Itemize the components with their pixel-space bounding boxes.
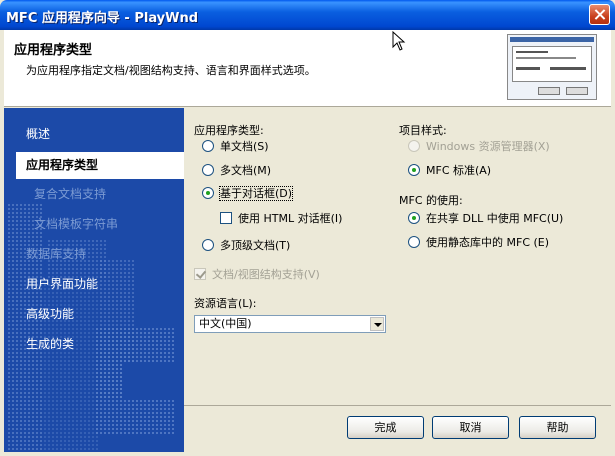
finish-button[interactable]: 完成 — [347, 416, 424, 439]
radio-icon — [408, 236, 420, 248]
radio-icon — [202, 140, 214, 152]
sidebar-item-ui-features[interactable]: 用户界面功能 — [4, 271, 184, 298]
checkbox-doc-view-support: 文档/视图结构支持(V) — [194, 267, 320, 283]
radio-selected-icon — [408, 212, 420, 224]
radio-static-library[interactable]: 使用静态库中的 MFC (E) — [408, 235, 549, 251]
mfc-usage-label: MFC 的使用: — [399, 194, 463, 207]
checkbox-checked-icon — [194, 268, 206, 280]
title-bar[interactable]: MFC 应用程序向导 - PlayWnd — [0, 0, 615, 30]
page-subtitle: 为应用程序指定文档/视图结构支持、语言和界面样式选项。 — [26, 64, 316, 77]
radio-windows-explorer: Windows 资源管理器(X) — [408, 139, 550, 155]
wizard-header: 应用程序类型 为应用程序指定文档/视图结构支持、语言和界面样式选项。 — [4, 30, 611, 107]
radio-icon — [202, 164, 214, 176]
radio-single-document[interactable]: 单文档(S) — [202, 139, 269, 155]
resource-language-select[interactable]: 中文(中国) — [194, 315, 386, 333]
mfc-app-wizard-window: MFC 应用程序向导 - PlayWnd 应用程序类型 为应用程序指定文档/视图… — [0, 0, 615, 456]
checkbox-icon — [220, 212, 232, 224]
radio-dialog-based[interactable]: 基于对话框(D) — [202, 186, 294, 202]
radio-selected-icon — [202, 187, 214, 199]
wizard-window-illustration — [507, 34, 597, 100]
cancel-button[interactable]: 取消 — [432, 416, 509, 439]
sidebar-item-database: 数据库支持 — [26, 247, 87, 261]
checkbox-html-dialog[interactable]: 使用 HTML 对话框(I) — [220, 211, 342, 227]
mouse-pointer-icon — [392, 31, 406, 51]
radio-mfc-standard[interactable]: MFC 标准(A) — [408, 163, 491, 179]
page-title: 应用程序类型 — [14, 43, 93, 58]
button-bar: 完成 取消 帮助 — [184, 405, 611, 452]
window-title: MFC 应用程序向导 - PlayWnd — [6, 11, 199, 26]
wizard-content: 应用程序类型: 单文档(S) 多文档(M) 基于对话框(D) 使用 HTML 对… — [184, 108, 611, 405]
help-button[interactable]: 帮助 — [519, 416, 596, 439]
sidebar-item-compound-doc: 复合文档支持 — [34, 187, 107, 201]
close-button[interactable] — [589, 4, 610, 25]
radio-shared-dll[interactable]: 在共享 DLL 中使用 MFC(U) — [408, 211, 563, 227]
radio-icon — [408, 140, 420, 152]
chevron-down-icon[interactable] — [370, 317, 384, 331]
radio-icon — [202, 239, 214, 251]
radio-selected-icon — [408, 164, 420, 176]
sidebar-item-app-type[interactable]: 应用程序类型 — [16, 152, 184, 179]
wizard-sidebar: 概述 应用程序类型 复合文档支持 文档模板字符串 数据库支持 用户界面功能 高级… — [4, 108, 184, 452]
sidebar-item-overview[interactable]: 概述 — [4, 121, 184, 148]
sidebar-item-advanced[interactable]: 高级功能 — [4, 301, 184, 328]
radio-multi-top-level[interactable]: 多顶级文档(T) — [202, 238, 290, 254]
project-style-label: 项目样式: — [399, 124, 447, 137]
sidebar-item-doc-template-strings: 文档模板字符串 — [34, 217, 119, 231]
sidebar-item-generated-classes[interactable]: 生成的类 — [4, 331, 184, 358]
radio-multi-document[interactable]: 多文档(M) — [202, 163, 271, 179]
app-type-label: 应用程序类型: — [194, 124, 264, 137]
resource-language-label: 资源语言(L): — [194, 297, 257, 310]
